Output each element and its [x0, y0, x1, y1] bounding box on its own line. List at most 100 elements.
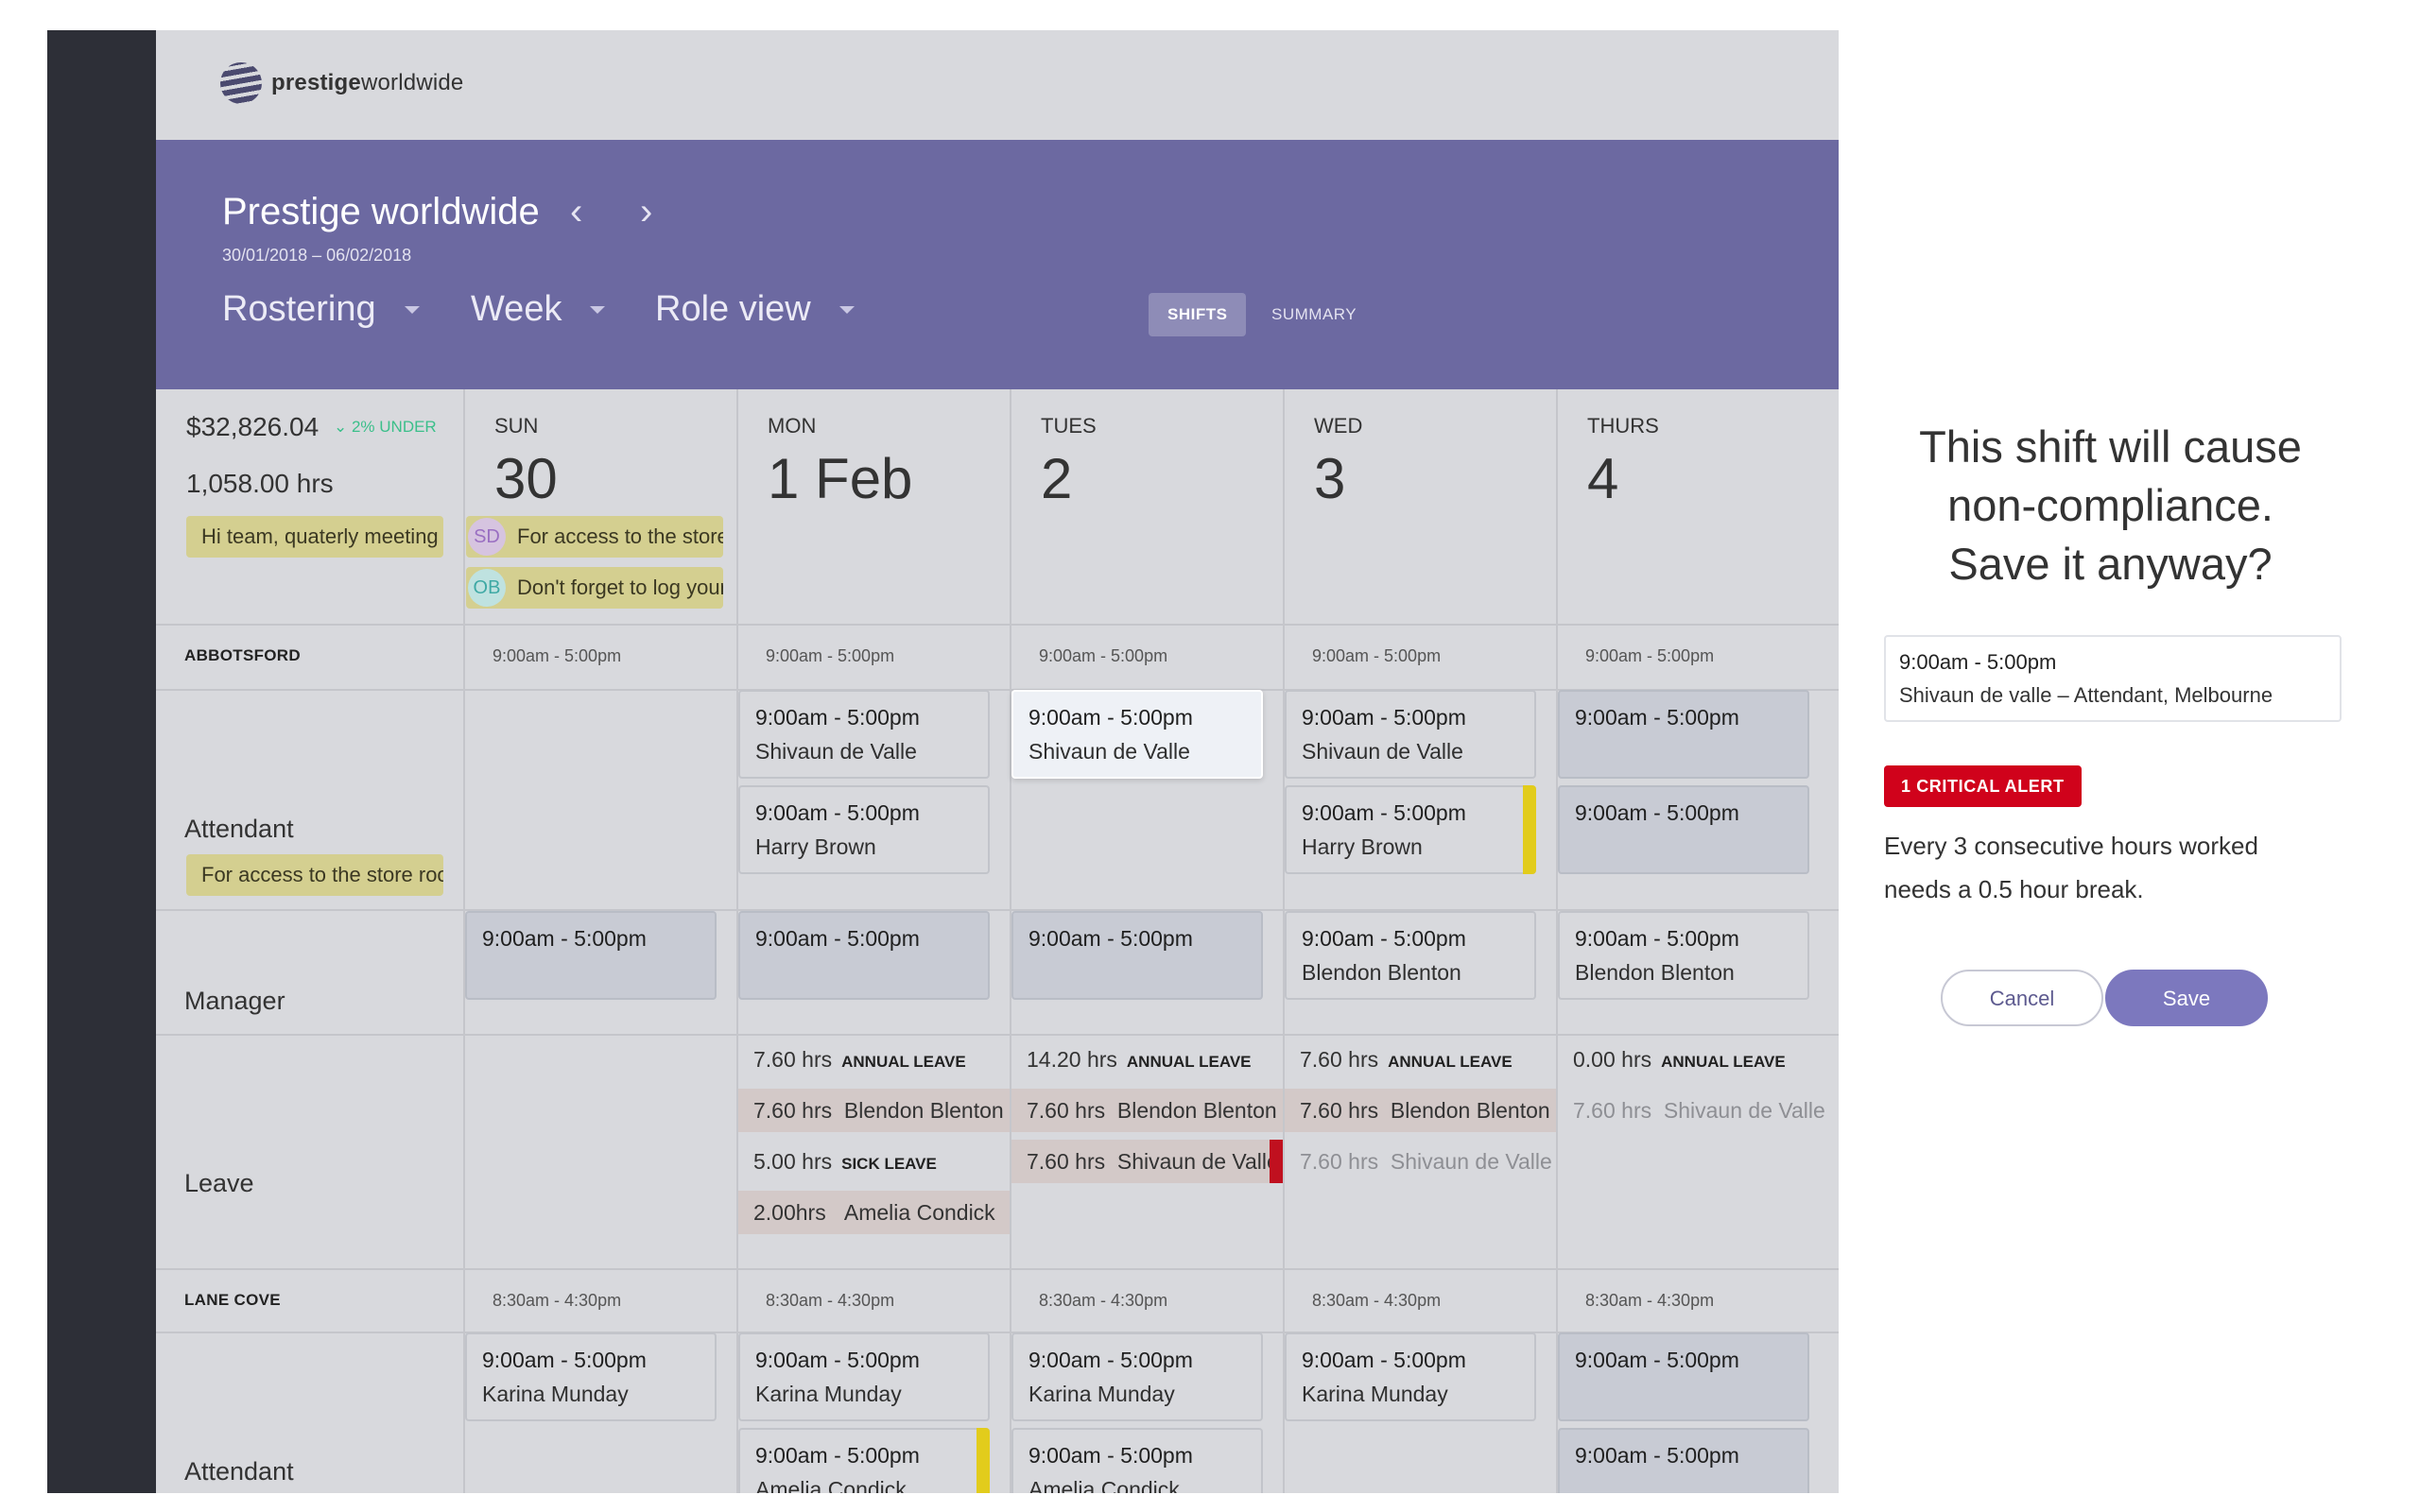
roster-main: prestigeworldwide Prestige worldwide ‹ ›… [156, 30, 1839, 1493]
leave-summary: 5.00 hrs SICK LEAVE [753, 1149, 937, 1174]
role-attendant: Attendant [184, 1457, 294, 1486]
day-number: 3 [1314, 447, 1346, 510]
tab-summary[interactable]: SUMMARY [1253, 293, 1375, 336]
shift-card[interactable]: 9:00am - 5:00pm Blendon Blenton [1558, 911, 1809, 1000]
shift-summary-box: 9:00am - 5:00pm Shivaun de valle – Atten… [1884, 635, 2342, 722]
chevron-left-icon[interactable]: ‹ [570, 191, 582, 233]
leave-entry-alert[interactable]: 7.60 hrs Shivaun de Valle [1011, 1140, 1283, 1183]
total-cost: $32,826.04 [186, 412, 320, 441]
leave-entry[interactable]: 7.60 hrs Blendon Blenton [738, 1089, 1010, 1132]
caret-down-icon [590, 305, 606, 314]
shift-card[interactable]: 9:00am - 5:00pm Harry Brown [738, 785, 990, 874]
location-name: LANE COVE [184, 1291, 281, 1309]
top-bar: prestigeworldwide [156, 30, 1839, 140]
shift-card-selected[interactable]: 9:00am - 5:00pm Shivaun de Valle [1011, 690, 1263, 779]
compliance-dialog: This shift will cause non-compliance. Sa… [1839, 30, 2382, 1493]
cancel-button[interactable]: Cancel [1941, 970, 2103, 1026]
chevron-right-icon[interactable]: › [640, 191, 652, 233]
shift-card[interactable]: 9:00am - 5:00pm Karina Munday [465, 1332, 717, 1421]
date-range: 30/01/2018 – 06/02/2018 [222, 246, 412, 265]
shift-detail: Shivaun de valle – Attendant, Melbourne [1899, 683, 2273, 707]
day-name: MON [768, 414, 817, 438]
open-shift-card[interactable]: 9:00am - 5:00pm [1558, 690, 1809, 779]
shift-card[interactable]: 9:00am - 5:00pm Blendon Blenton [1285, 911, 1536, 1000]
role-manager: Manager [184, 987, 285, 1015]
caret-down-icon [838, 305, 855, 314]
day-name: WED [1314, 414, 1363, 438]
dialog-title: This shift will cause non-compliance. Sa… [1919, 421, 2302, 589]
brand-name: prestigeworldwide [271, 70, 464, 95]
brand-logo[interactable]: prestigeworldwide [220, 62, 463, 104]
location-hours: 8:30am - 4:30pm [1039, 1291, 1168, 1310]
day-name: TUES [1041, 414, 1097, 438]
day-number: 1 Feb [768, 447, 913, 510]
location-hours: 9:00am - 5:00pm [766, 646, 895, 665]
open-shift-card[interactable]: 9:00am - 5:00pm [1011, 911, 1263, 1000]
alert-flag [1270, 1140, 1283, 1183]
warning-flag [977, 1428, 990, 1493]
tab-shifts[interactable]: SHIFTS [1149, 293, 1247, 336]
roster-grid: $32,826.04 ⌄ 2% UNDER 1,058.00 hrs Hi te… [156, 389, 1839, 1493]
location-name: ABBOTSFORD [184, 646, 301, 664]
day-name: SUN [494, 414, 539, 438]
role-attendant: Attendant [184, 815, 294, 843]
location-hours: 9:00am - 5:00pm [1039, 646, 1168, 665]
role-leave: Leave [184, 1169, 254, 1197]
shift-card[interactable]: 9:00am - 5:00pm Karina Munday [738, 1332, 990, 1421]
globe-icon [220, 62, 262, 104]
open-shift-card[interactable]: 9:00am - 5:00pm [1558, 1428, 1809, 1493]
shift-card[interactable]: 9:00am - 5:00pm Karina Munday [1011, 1332, 1263, 1421]
avatar: SD [468, 518, 506, 556]
critical-alert-badge: 1 CRITICAL ALERT [1884, 765, 2082, 807]
location-hours: 9:00am - 5:00pm [1312, 646, 1442, 665]
open-shift-card[interactable]: 9:00am - 5:00pm [465, 911, 717, 1000]
left-sidebar [47, 30, 156, 1493]
day-number: 30 [494, 447, 558, 510]
shift-card[interactable]: 9:00am - 5:00pm Karina Munday [1285, 1332, 1536, 1421]
leave-summary: 14.20 hrs ANNUAL LEAVE [1027, 1047, 1252, 1072]
location-hours: 8:30am - 4:30pm [1312, 1291, 1442, 1310]
shift-card[interactable]: 9:00am - 5:00pm Shivaun de Valle [738, 690, 990, 779]
leave-entry-pending[interactable]: 7.60 hrs Shivaun de Valle [1285, 1140, 1556, 1183]
summary-note[interactable]: Hi team, quaterly meeting [186, 516, 443, 558]
warning-flag [1523, 785, 1536, 874]
day-number: 2 [1041, 447, 1073, 510]
role-note[interactable]: For access to the store room [186, 854, 443, 896]
app-window: prestigeworldwide Prestige worldwide ‹ ›… [47, 30, 2382, 1493]
location-hours: 8:30am - 4:30pm [766, 1291, 895, 1310]
day-name: THURS [1587, 414, 1659, 438]
shift-card[interactable]: 9:00am - 5:00pm Amelia Condick [738, 1428, 990, 1493]
alert-message: Every 3 consecutive hours worked needs a… [1884, 832, 2258, 903]
day-number: 4 [1587, 447, 1619, 510]
leave-summary: 7.60 hrs ANNUAL LEAVE [753, 1047, 966, 1072]
location-hours: 8:30am - 4:30pm [493, 1291, 622, 1310]
shift-time: 9:00am - 5:00pm [1899, 650, 2057, 674]
shift-card[interactable]: 9:00am - 5:00pm Harry Brown [1285, 785, 1536, 874]
variance-badge: ⌄ 2% UNDER [334, 418, 437, 436]
shift-card[interactable]: 9:00am - 5:00pm Amelia Condick [1011, 1428, 1263, 1493]
dropdown-rostering[interactable]: Rostering [222, 289, 420, 330]
total-hours: 1,058.00 hrs [186, 469, 334, 498]
leave-entry[interactable]: 7.60 hrs Blendon Blenton [1285, 1089, 1556, 1132]
roster-header: Prestige worldwide ‹ › 30/01/2018 – 06/0… [156, 140, 1839, 389]
dropdown-role-view[interactable]: Role view [655, 289, 855, 330]
leave-entry-pending[interactable]: 7.60 hrs Shivaun de Valle [1558, 1089, 1829, 1132]
caret-down-icon [404, 305, 420, 314]
leave-summary: 0.00 hrs ANNUAL LEAVE [1573, 1047, 1786, 1072]
location-hours: 9:00am - 5:00pm [493, 646, 622, 665]
location-hours: 8:30am - 4:30pm [1585, 1291, 1715, 1310]
dropdown-week[interactable]: Week [471, 289, 606, 330]
save-button[interactable]: Save [2105, 970, 2268, 1026]
avatar: OB [468, 569, 506, 607]
location-hours: 9:00am - 5:00pm [1585, 646, 1715, 665]
page-title: Prestige worldwide [222, 191, 540, 232]
shift-card[interactable]: 9:00am - 5:00pm Shivaun de Valle [1285, 690, 1536, 779]
day-note[interactable]: OB Don't forget to log your [466, 567, 723, 609]
leave-entry[interactable]: 2.00hrs Amelia Condick [738, 1191, 1010, 1234]
open-shift-card[interactable]: 9:00am - 5:00pm [1558, 1332, 1809, 1421]
day-note[interactable]: SD For access to the store [466, 516, 723, 558]
open-shift-card[interactable]: 9:00am - 5:00pm [1558, 785, 1809, 874]
leave-summary: 7.60 hrs ANNUAL LEAVE [1300, 1047, 1512, 1072]
open-shift-card[interactable]: 9:00am - 5:00pm [738, 911, 990, 1000]
leave-entry[interactable]: 7.60 hrs Blendon Blenton [1011, 1089, 1283, 1132]
